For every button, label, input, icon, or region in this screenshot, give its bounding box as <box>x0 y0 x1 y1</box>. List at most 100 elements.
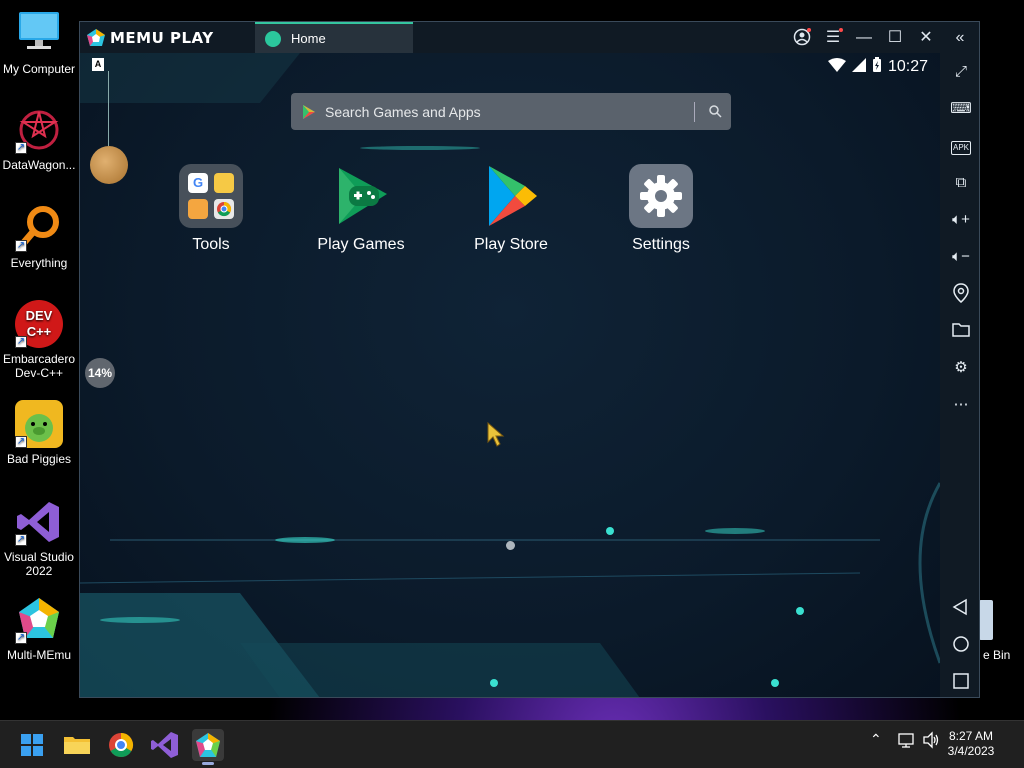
hamburger-icon: ☰ <box>825 29 841 46</box>
floating-keyboard-badge[interactable]: A <box>92 58 104 71</box>
fullscreen-button[interactable]: ⤢ <box>950 61 972 83</box>
desktop-icon-label: DataWagon... <box>2 158 76 172</box>
back-button[interactable] <box>950 597 972 619</box>
search-divider <box>694 102 695 122</box>
app-label: Settings <box>632 236 690 253</box>
location-button[interactable] <box>950 283 972 305</box>
visual-studio-icon <box>151 732 178 758</box>
shortcut-arrow-icon: ↗ <box>15 632 27 644</box>
recents-icon <box>953 673 969 689</box>
more-button[interactable]: ⋯ <box>950 394 972 416</box>
app-label: Tools <box>192 236 230 253</box>
notification-dot-icon <box>807 28 811 32</box>
tab-home[interactable]: Home <box>255 22 413 53</box>
start-button[interactable] <box>16 729 48 761</box>
desktop-icon-multi-memu[interactable]: ↗ Multi-MEmu <box>0 596 78 662</box>
notification-dot-icon <box>839 28 843 32</box>
desktop-icon-devcpp[interactable]: DEV C++ ↗ Embarcadero Dev-C++ <box>0 300 78 380</box>
search-icon[interactable] <box>708 104 722 118</box>
wifi-icon <box>827 57 846 77</box>
desktop-icon-label: Embarcadero Dev-C++ <box>2 352 76 380</box>
shortcut-arrow-icon: ↗ <box>15 534 27 546</box>
shortcut-arrow-icon: ↗ <box>15 436 27 448</box>
home-button[interactable] <box>950 634 972 656</box>
close-button[interactable]: ✕ <box>916 28 936 48</box>
back-icon <box>952 598 967 616</box>
app-play-games[interactable]: Play Games <box>301 164 421 254</box>
tab-label: Home <box>291 31 326 46</box>
desktop-icon-bad-piggies[interactable]: ↗ Bad Piggies <box>0 400 78 466</box>
volume-up-icon: 🔈︎+ <box>952 211 970 228</box>
keyboard-icon: ⌨ <box>950 100 972 117</box>
folder-button[interactable] <box>950 320 972 342</box>
desktop-icon-visual-studio[interactable]: ↗ Visual Studio 2022 <box>0 498 78 578</box>
mouse-cursor-icon <box>487 422 505 447</box>
desktop-icon-datawagon[interactable]: ↗ DataWagon... <box>0 106 78 172</box>
app-play-store[interactable]: Play Store <box>451 164 571 254</box>
status-time: 10:27 <box>887 58 928 75</box>
network-tray-button[interactable] <box>897 731 915 759</box>
desktop-icon-label: Multi-MEmu <box>6 648 71 662</box>
recents-button[interactable] <box>950 671 972 693</box>
show-hidden-icons-button[interactable]: ⌃ <box>870 731 882 759</box>
bad-piggies-icon: ↗ <box>15 400 63 448</box>
account-button[interactable] <box>792 28 812 48</box>
maximize-button[interactable]: ☐ <box>885 28 905 48</box>
search-bar[interactable]: Search Games and Apps <box>291 93 731 130</box>
battery-icon <box>872 56 882 78</box>
wallpaper-graphic <box>80 53 940 697</box>
volume-down-button[interactable]: 🔈︎− <box>950 246 972 268</box>
double-chevron-left-icon: « <box>955 29 965 46</box>
multi-window-button[interactable]: ⧉ <box>950 172 972 194</box>
desktop-icon-recycle-bin[interactable]: e Bin <box>975 598 1024 662</box>
progress-badge[interactable]: 14% <box>85 358 115 388</box>
devcpp-icon: DEV C++ ↗ <box>15 300 63 348</box>
title-bar: MEMU PLAY Home ☰ — ☐ ✕ « <box>80 22 979 53</box>
desktop-icon-label: My Computer <box>2 62 76 76</box>
app-label: Play Games <box>317 236 405 253</box>
more-icon: ⋯ <box>953 396 969 413</box>
memu-taskbar-button[interactable] <box>192 729 224 765</box>
minimize-icon: — <box>856 29 872 46</box>
app-label: Play Store <box>474 236 548 253</box>
android-screen: A 14% 10:27 Search Games and Apps G Tool… <box>80 53 940 697</box>
taskbar-clock[interactable]: 8:27 AM 3/4/2023 <box>936 729 1006 759</box>
app-tools[interactable]: G Tools <box>151 164 271 254</box>
memu-icon <box>196 733 220 757</box>
taskbar: ⌃ 8:27 AM 3/4/2023 <box>0 720 1024 768</box>
memu-logo-icon <box>87 29 105 46</box>
volume-up-button[interactable]: 🔈︎+ <box>950 209 972 231</box>
settings-icon: ⚙ <box>954 359 968 376</box>
clock-date: 3/4/2023 <box>947 744 995 758</box>
cookie-string <box>108 71 109 146</box>
tools-folder-icon: G <box>179 164 243 228</box>
play-store-mini-icon <box>303 104 315 119</box>
desktop-icon-everything[interactable]: ↗ Everything <box>0 204 78 270</box>
shortcut-arrow-icon: ↗ <box>15 336 27 348</box>
volume-down-icon: 🔈︎− <box>952 248 970 265</box>
devcpp-icon-text: DEV C++ <box>25 308 53 339</box>
desktop-icon-label: e Bin <box>983 648 1011 662</box>
page-indicator-dot <box>506 541 515 550</box>
app-settings[interactable]: Settings <box>601 164 721 254</box>
settings-button[interactable]: ⚙ <box>950 357 972 379</box>
notes-mini-icon <box>214 173 234 193</box>
maximize-icon: ☐ <box>887 29 903 46</box>
home-icon <box>953 636 969 652</box>
keyboard-button[interactable]: ⌨ <box>950 98 972 120</box>
minimize-button[interactable]: — <box>854 28 874 48</box>
files-mini-icon <box>188 199 208 219</box>
collapse-sidebar-button[interactable]: « <box>950 28 970 48</box>
shortcut-arrow-icon: ↗ <box>15 142 27 154</box>
chrome-button[interactable] <box>105 729 137 761</box>
cookie-float-icon[interactable] <box>90 146 128 184</box>
fullscreen-icon: ⤢ <box>954 63 967 80</box>
file-explorer-button[interactable] <box>61 729 93 761</box>
apk-install-button[interactable]: APK <box>950 135 972 157</box>
datawagon-icon: ↗ <box>15 106 63 154</box>
multi-memu-icon: ↗ <box>15 596 63 644</box>
desktop-icon-my-computer[interactable]: My Computer <box>0 10 78 76</box>
play-store-icon <box>479 164 543 228</box>
menu-button[interactable]: ☰ <box>823 28 843 48</box>
visual-studio-button[interactable] <box>149 729 181 761</box>
